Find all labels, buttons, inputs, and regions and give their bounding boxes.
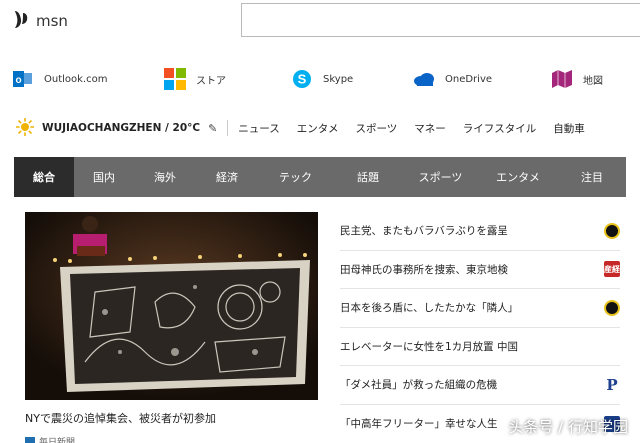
sankei-logo-icon: 産経 [604, 261, 620, 278]
app-label: OneDrive [445, 73, 493, 85]
news-title: エレベーターに女性を1カ月放置 中国 [340, 340, 519, 353]
source-logo-icon [25, 436, 35, 443]
tab-general[interactable]: 総合 [14, 157, 74, 197]
app-label: ストア [196, 75, 226, 87]
nav-link-news[interactable]: ニュース [238, 121, 279, 136]
app-label: Skype [323, 73, 354, 85]
app-onedrive[interactable]: OneDrive [413, 68, 492, 90]
nav-link-sports[interactable]: スポーツ [355, 121, 397, 136]
hero-image[interactable] [25, 212, 318, 400]
hero-caption[interactable]: NYで震災の追悼集会、被災者が初参加 [25, 410, 216, 426]
msn-butterfly-icon [12, 9, 30, 33]
nav-link-lifestyle[interactable]: ライフスタイル [463, 121, 537, 136]
news-title: 日本を後ろ盾に、したたかな「隣人」 [340, 302, 519, 315]
hero-source: 毎日新聞 [25, 435, 75, 443]
store-icon [164, 68, 186, 90]
svg-text:o: o [15, 75, 21, 86]
tab-tech[interactable]: テック [258, 157, 333, 197]
tab-economy[interactable]: 経済 [196, 157, 258, 197]
tab-overseas[interactable]: 海外 [134, 157, 196, 197]
nav-link-money[interactable]: マネー [414, 121, 446, 136]
skype-icon: S [291, 68, 313, 90]
svg-text:S: S [298, 72, 307, 87]
tab-sports[interactable]: スポーツ [403, 157, 478, 197]
nav-link-autos[interactable]: 自動車 [553, 121, 585, 136]
outlook-icon: o [12, 68, 34, 90]
news-item[interactable]: 「ダメ社員」が救った組織の危機 P [340, 366, 620, 405]
weather-nav-row: WUJIAOCHANGZHEN / 20°C ✎ ニュース エンタメ スポーツ … [0, 115, 640, 141]
header: msn [0, 0, 640, 46]
pencil-icon[interactable]: ✎ [208, 122, 217, 135]
president-logo-icon: P [606, 375, 618, 394]
tab-topics[interactable]: 話題 [333, 157, 403, 197]
news-title: 「ダメ社員」が救った組織の危機 [340, 379, 498, 392]
sun-icon [15, 117, 35, 139]
app-label: 地図 [583, 75, 603, 87]
news-title: 民主党、またもバラバラぶりを露呈 [340, 225, 508, 238]
news-title: 「中高年フリーター」幸せな人生 [340, 418, 498, 431]
weather-location[interactable]: WUJIAOCHANGZHEN / 20°C [15, 117, 201, 139]
onedrive-icon [413, 68, 435, 90]
divider [227, 120, 229, 136]
nav-link-entertainment[interactable]: エンタメ [297, 121, 339, 136]
news-item[interactable]: 日本を後ろ盾に、したたかな「隣人」 [340, 289, 620, 328]
app-store[interactable]: ストア [164, 68, 226, 90]
logo-text: msn [36, 12, 68, 30]
news-list: 民主党、またもバラバラぶりを露呈 田母神氏の事務所を捜索、東京地検 産経 日本を… [340, 212, 620, 443]
msn-logo[interactable]: msn [12, 9, 68, 33]
category-tabs: 総合 国内 海外 経済 テック 話題 スポーツ エンタメ 注目 [14, 157, 626, 197]
news-title: 田母神氏の事務所を捜索、東京地検 [340, 263, 508, 276]
apps-bar: o Outlook.com ストア S Skype OneDrive 地図 [0, 60, 640, 104]
tab-domestic[interactable]: 国内 [74, 157, 134, 197]
app-skype[interactable]: S Skype [291, 68, 353, 90]
nav-links: ニュース エンタメ スポーツ マネー ライフスタイル 自動車 [238, 121, 601, 136]
news-item[interactable]: 田母神氏の事務所を捜索、東京地検 産経 [340, 251, 620, 289]
search-input[interactable] [241, 3, 640, 37]
yomiuri-logo-icon [604, 222, 620, 239]
app-label: Outlook.com [44, 73, 108, 85]
watermark: 头条号 / 行知学园 [508, 418, 628, 436]
maps-icon [551, 68, 573, 90]
app-maps[interactable]: 地図 [551, 68, 603, 90]
news-item[interactable]: エレベーターに女性を1カ月放置 中国 [340, 328, 620, 366]
tab-entertainment[interactable]: エンタメ [478, 157, 558, 197]
news-item[interactable]: 民主党、またもバラバラぶりを露呈 [340, 212, 620, 251]
tab-featured[interactable]: 注目 [558, 157, 626, 197]
weather-text: WUJIAOCHANGZHEN / 20°C [42, 122, 201, 134]
app-outlook[interactable]: o Outlook.com [12, 68, 107, 90]
yomiuri-logo-icon [604, 299, 620, 316]
